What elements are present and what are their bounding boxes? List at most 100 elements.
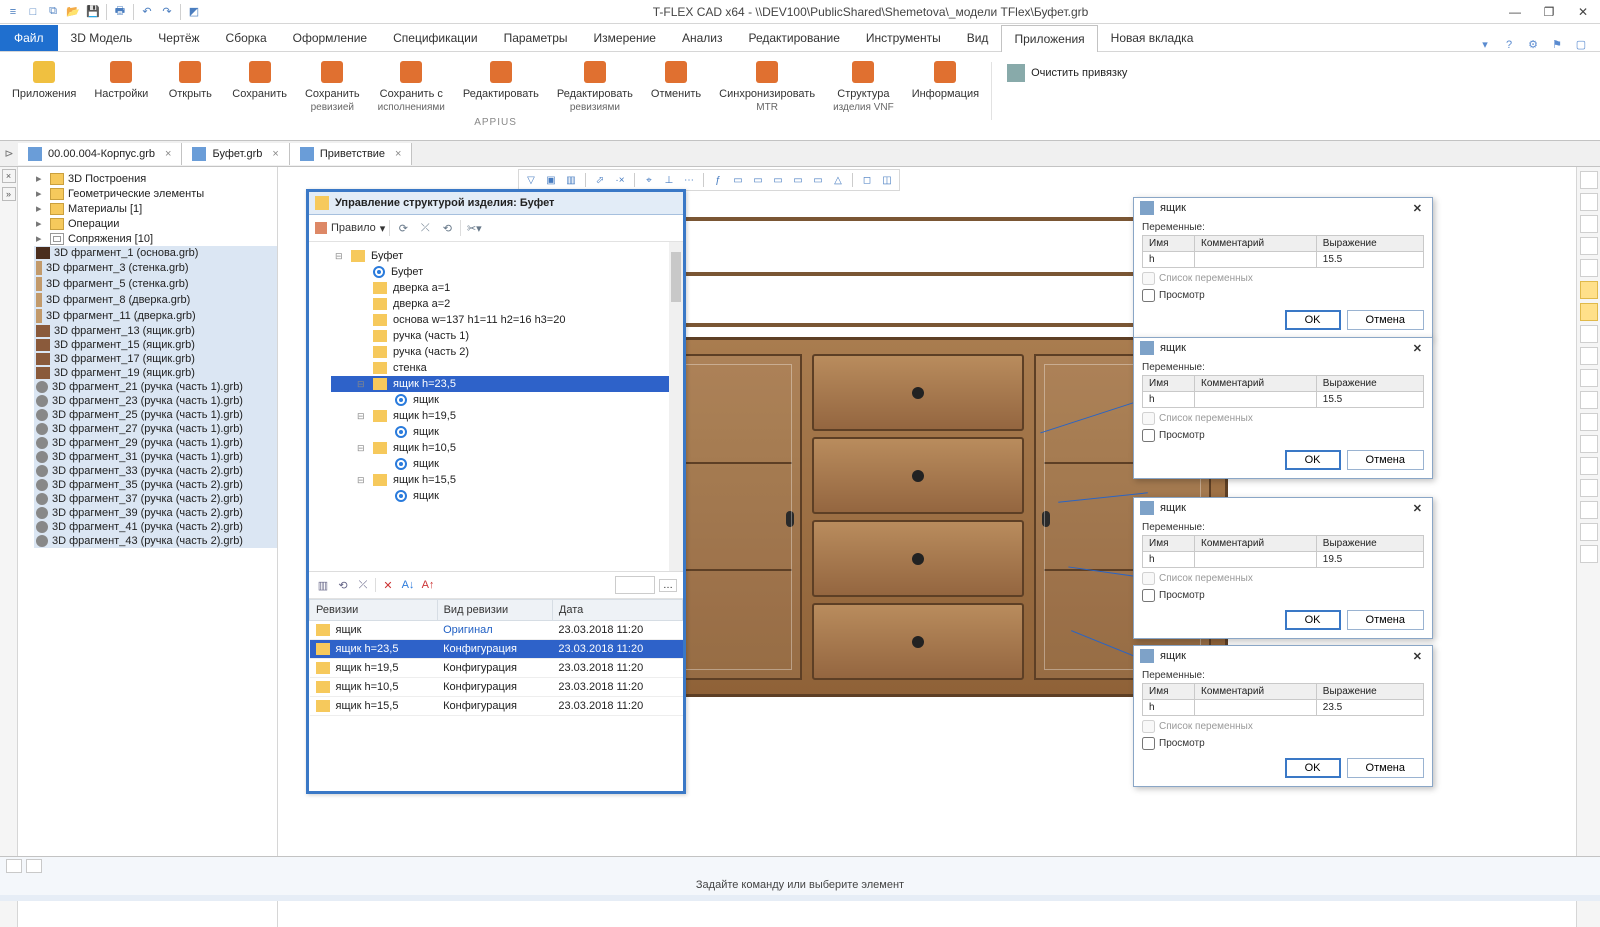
revision-row[interactable]: ящик h=19,5Конфигурация23.03.2018 11:20 [310,659,683,678]
right-tool-icon[interactable] [1580,193,1598,211]
rev-col-date[interactable]: Дата [552,600,682,621]
variable-dialog[interactable]: ящик✕Переменные:ИмяКомментарийВыражениеh… [1133,645,1433,787]
tree-item[interactable]: ▸Сопряжения [10] [34,231,277,246]
tree-fragment-item[interactable]: 3D фрагмент_1 (основа.grb) [34,246,277,260]
preview-checkbox[interactable]: Просмотр [1142,589,1424,602]
varlist-checkbox[interactable]: Список переменных [1142,412,1424,425]
right-tool-icon[interactable] [1580,391,1598,409]
var-expr-cell[interactable]: 19.5 [1316,552,1423,568]
cancel-button[interactable]: Отмена [1347,758,1424,778]
dialog-titlebar[interactable]: ящик✕ [1134,646,1432,666]
structure-tree-item[interactable]: стенка [331,360,679,376]
tree-item[interactable]: ▸Материалы [1] [34,201,277,216]
var-comment-cell[interactable] [1195,700,1317,716]
tree-fragment-item[interactable]: 3D фрагмент_41 (ручка (часть 2).grb) [34,520,277,534]
tree-fragment-item[interactable]: 3D фрагмент_8 (дверка.grb) [34,292,277,308]
expand-icon[interactable]: ⊟ [335,251,345,262]
tree-fragment-item[interactable]: 3D фрагмент_5 (стенка.grb) [34,276,277,292]
structure-tree-item[interactable]: ящик [331,424,679,440]
ribbon-button[interactable]: СинхронизироватьMTR [713,56,821,115]
tree-fragment-item[interactable]: 3D фрагмент_17 (ящик.grb) [34,352,277,366]
structure-tree-item[interactable]: ручка (часть 2) [331,344,679,360]
right-tool-icon[interactable] [1580,457,1598,475]
file-tab[interactable]: Файл [0,25,58,51]
viewport-tool-icon[interactable]: ·× [612,172,628,188]
gutter-expand-icon[interactable]: » [2,187,16,201]
rev-sort-asc-icon[interactable]: A↓ [400,577,416,593]
ribbon-button[interactable]: Информация [906,56,985,115]
ribbon-tab[interactable]: Сборка [213,24,280,51]
doc-new-icon[interactable]: □ [24,3,42,21]
ribbon-button[interactable]: Редактироватьревизиями [551,56,639,115]
viewport-tool-icon[interactable]: ⊥ [661,172,677,188]
structure-tree-item[interactable]: ⊟ящик h=19,5 [331,408,679,424]
view3d-icon[interactable]: ◩ [185,3,203,21]
structure-tree-item[interactable]: ящик [331,456,679,472]
structure-tree-item[interactable]: дверка a=2 [331,296,679,312]
ribbon-tab[interactable]: Инструменты [853,24,954,51]
tree-fragment-item[interactable]: 3D фрагмент_39 (ручка (часть 2).grb) [34,506,277,520]
ribbon-tab[interactable]: Оформление [280,24,380,51]
variable-dialog[interactable]: ящик✕Переменные:ИмяКомментарийВыражениеh… [1133,337,1433,479]
redo-icon[interactable]: ↷ [158,3,176,21]
help-icon[interactable]: ⚙ [1524,38,1542,51]
ribbon-tab[interactable]: Анализ [669,24,736,51]
ribbon-button[interactable]: Открыть [160,56,220,115]
dialog-close-icon[interactable]: ✕ [1409,202,1426,215]
refresh-icon[interactable]: ⟳ [394,219,412,237]
maximize-button[interactable]: ❐ [1532,1,1566,23]
tree-item[interactable]: ▸3D Построения [34,171,277,186]
ribbon-button[interactable]: Сохранитьревизией [299,56,366,115]
tree-fragment-item[interactable]: 3D фрагмент_23 (ручка (часть 1).grb) [34,394,277,408]
ribbon-button[interactable]: Редактировать [457,56,545,115]
var-comment-cell[interactable] [1195,552,1317,568]
revision-row[interactable]: ящик h=15,5Конфигурация23.03.2018 11:20 [310,697,683,716]
right-tool-icon[interactable] [1580,369,1598,387]
rev-col-revisions[interactable]: Ревизии [310,600,438,621]
ribbon-button[interactable]: Структураизделия VNF [827,56,900,115]
structure-tree-item[interactable]: ⊟ящик h=23,5 [331,376,679,392]
minimize-button[interactable]: — [1498,1,1532,23]
viewport-tool-icon[interactable]: △ [830,172,846,188]
cancel-button[interactable]: Отмена [1347,610,1424,630]
var-comment-cell[interactable] [1195,392,1317,408]
tree-fragment-item[interactable]: 3D фрагмент_15 (ящик.grb) [34,338,277,352]
clear-snap-button[interactable]: Очистить привязку [997,56,1137,90]
right-tool-icon[interactable] [1580,215,1598,233]
tree-fragment-item[interactable]: 3D фрагмент_29 (ручка (часть 1).grb) [34,436,277,450]
revision-row[interactable]: ящикОригинал23.03.2018 11:20 [310,621,683,640]
viewport-tool-icon[interactable]: ▭ [790,172,806,188]
ok-button[interactable]: OK [1285,610,1341,630]
tree-fragment-item[interactable]: 3D фрагмент_31 (ручка (часть 1).grb) [34,450,277,464]
status-split-icon[interactable] [6,859,22,873]
dialog-titlebar[interactable]: ящик✕ [1134,498,1432,518]
help-icon[interactable]: ? [1500,39,1518,51]
doc-tab-close-icon[interactable]: × [165,148,171,160]
var-name-cell[interactable]: h [1143,252,1195,268]
dialog-close-icon[interactable]: ✕ [1409,502,1426,515]
doctabs-anchor-icon[interactable]: ⊳ [0,147,18,160]
var-name-cell[interactable]: h [1143,392,1195,408]
viewport-tool-icon[interactable]: ◻ [859,172,875,188]
rev-filter-input[interactable] [615,576,655,594]
viewport-tool-icon[interactable]: ƒ [710,172,726,188]
viewport-tool-icon[interactable]: ▭ [810,172,826,188]
tree-fragment-item[interactable]: 3D фрагмент_37 (ручка (часть 2).grb) [34,492,277,506]
varlist-checkbox[interactable]: Список переменных [1142,720,1424,733]
tree-fragment-item[interactable]: 3D фрагмент_11 (дверка.grb) [34,308,277,324]
ribbon-button[interactable]: Приложения [6,56,82,115]
tree-item[interactable]: ▸Геометрические элементы [34,186,277,201]
tree-fragment-item[interactable]: 3D фрагмент_33 (ручка (часть 2).grb) [34,464,277,478]
structure-tree-item[interactable]: ручка (часть 1) [331,328,679,344]
ok-button[interactable]: OK [1285,758,1341,778]
right-tool-icon[interactable] [1580,435,1598,453]
tree-fragment-item[interactable]: 3D фрагмент_13 (ящик.grb) [34,324,277,338]
viewport-tool-icon[interactable]: ▭ [770,172,786,188]
undo-icon[interactable]: ↶ [138,3,156,21]
rev-col-kind[interactable]: Вид ревизии [437,600,552,621]
rev-sort-desc-icon[interactable]: A↑ [420,577,436,593]
ok-button[interactable]: OK [1285,450,1341,470]
structure-tree-item[interactable]: основа w=137 h1=11 h2=16 h3=20 [331,312,679,328]
structure-tree-item[interactable]: ящик [331,392,679,408]
tree-fragment-item[interactable]: 3D фрагмент_35 (ручка (часть 2).grb) [34,478,277,492]
